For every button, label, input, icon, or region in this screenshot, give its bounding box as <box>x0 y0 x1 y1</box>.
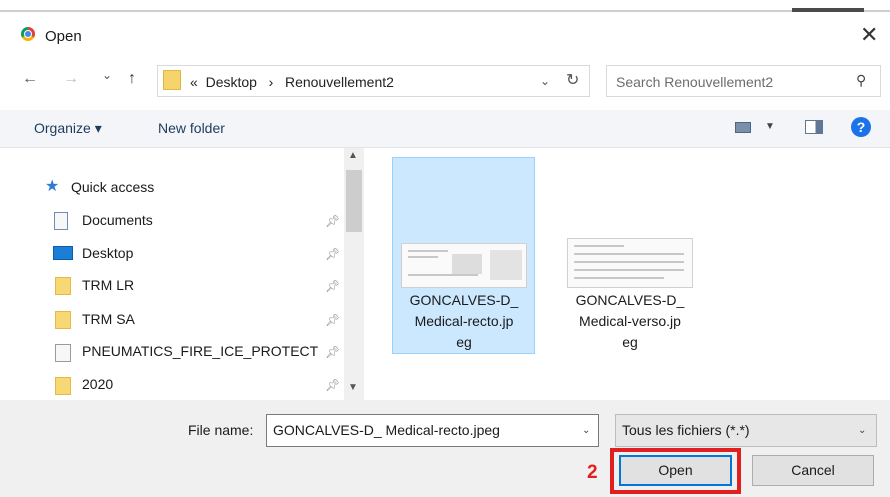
recent-locations-icon[interactable]: ⌄ <box>102 68 112 82</box>
image-thumbnail <box>567 238 693 288</box>
breadcrumb-prefix-icon[interactable]: « <box>190 74 198 90</box>
shortcut-icon <box>55 344 71 362</box>
refresh-icon[interactable]: ↻ <box>566 70 579 90</box>
pin-icon[interactable]: 📌︎ <box>325 247 340 261</box>
pin-icon[interactable]: 📌︎ <box>325 345 340 359</box>
folder-icon <box>55 277 71 295</box>
desktop-icon <box>53 246 73 260</box>
close-button[interactable]: ✕ <box>860 22 878 48</box>
file-name-label: File name: <box>188 422 254 438</box>
sidebar-item-2020[interactable]: 2020 <box>82 376 113 392</box>
preview-pane-icon[interactable] <box>805 120 823 134</box>
help-icon[interactable]: ? <box>851 117 871 137</box>
scroll-down-icon[interactable]: ▼ <box>348 382 358 393</box>
file-name-verso: GONCALVES-D_ Medical-verso.jp eg <box>575 292 685 350</box>
file-name-recto: GONCALVES-D_ Medical-recto.jp eg <box>409 292 519 350</box>
command-bar <box>0 110 890 148</box>
pin-icon[interactable]: 📌︎ <box>325 378 340 392</box>
chevron-down-icon[interactable]: ⌄ <box>582 425 590 436</box>
pin-icon[interactable]: 📌︎ <box>325 279 340 293</box>
sidebar-item-trm-sa[interactable]: TRM SA <box>82 311 135 327</box>
sidebar-item-desktop[interactable]: Desktop <box>82 245 133 261</box>
view-options-icon[interactable] <box>735 122 751 133</box>
search-input[interactable]: Search Renouvellement2 <box>616 74 773 90</box>
step-marker: 2 <box>587 462 598 483</box>
chrome-icon <box>21 27 35 41</box>
sidebar-item-pneumatics[interactable]: PNEUMATICS_FIRE_ICE_PROTECT <box>82 343 318 359</box>
folder-icon <box>163 70 181 90</box>
sidebar-item-trm-lr[interactable]: TRM LR <box>82 277 134 293</box>
chevron-down-icon[interactable]: ⌄ <box>858 425 866 436</box>
star-icon: ★ <box>45 178 60 195</box>
breadcrumb-renouvellement2[interactable]: Renouvellement2 <box>285 74 394 90</box>
organize-button[interactable]: Organize ▾ <box>34 120 102 137</box>
scrollbar-thumb[interactable] <box>346 170 362 232</box>
sidebar-item-quick-access[interactable]: Quick access <box>71 179 154 195</box>
background-strip <box>0 0 890 12</box>
document-icon <box>54 212 68 230</box>
cancel-button[interactable]: Cancel <box>752 455 874 486</box>
breadcrumb-desktop[interactable]: Desktop <box>206 74 257 90</box>
up-arrow-icon[interactable]: ↑ <box>128 70 136 88</box>
forward-arrow-icon[interactable]: → <box>63 70 79 88</box>
breadcrumb-separator-icon[interactable]: › <box>269 74 274 90</box>
breadcrumb[interactable]: « Desktop › Renouvellement2 <box>190 74 394 90</box>
folder-icon <box>55 311 71 329</box>
pin-icon[interactable]: 📌︎ <box>325 214 340 228</box>
file-name-value[interactable]: GONCALVES-D_ Medical-recto.jpeg <box>273 422 500 438</box>
open-button[interactable]: Open <box>619 455 732 486</box>
file-type-value[interactable]: Tous les fichiers (*.*) <box>622 422 750 438</box>
search-icon[interactable]: ⚲ <box>856 72 866 89</box>
back-arrow-icon[interactable]: ← <box>22 70 38 88</box>
pin-icon[interactable]: 📌︎ <box>325 313 340 327</box>
folder-icon <box>55 377 71 395</box>
title-bar <box>0 12 890 54</box>
new-folder-button[interactable]: New folder <box>158 120 225 136</box>
image-thumbnail <box>401 243 527 288</box>
scroll-up-icon[interactable]: ▲ <box>348 150 358 161</box>
sidebar-item-documents[interactable]: Documents <box>82 212 153 228</box>
address-dropdown-icon[interactable]: ⌄ <box>540 74 550 88</box>
view-dropdown-icon[interactable]: ▼ <box>765 121 775 132</box>
window-title: Open <box>45 28 82 45</box>
